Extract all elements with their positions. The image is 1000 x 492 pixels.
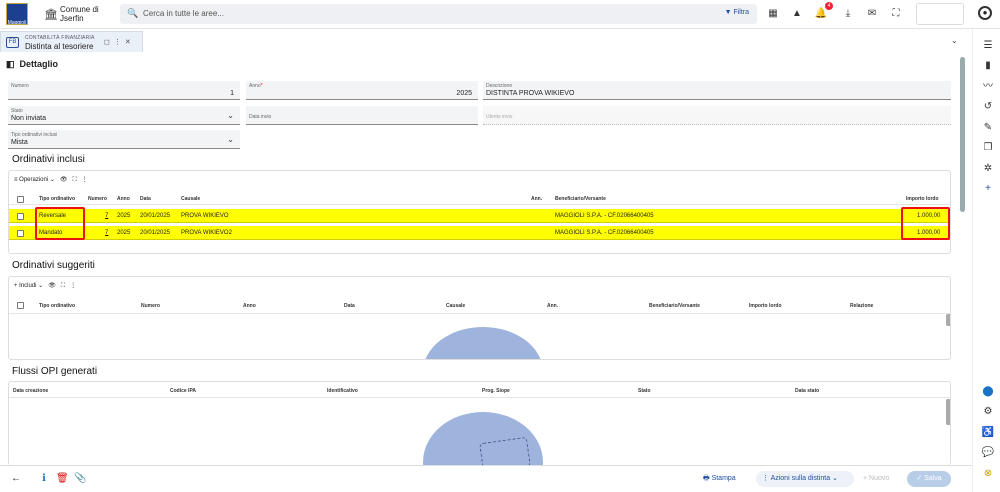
- section-title: ◧ Dettaglio: [6, 59, 59, 69]
- list-icon[interactable]: ☰: [981, 39, 995, 53]
- municipality-icon: 🏛: [44, 9, 58, 21]
- bookmark-icon[interactable]: ◻: [104, 39, 114, 46]
- chat-icon[interactable]: 💬: [981, 446, 995, 460]
- inclusi-panel: ≡ Operazioni ⌄ 👁 ⛶ ⋮ Tipo ordinativo Num…: [8, 170, 951, 254]
- numero-link[interactable]: 7: [105, 210, 108, 222]
- expand-icon[interactable]: ⛶: [61, 283, 65, 289]
- descrizione-field[interactable]: Descrizione DISTINTA PROVA WIKIEVO: [483, 81, 951, 100]
- operazioni-menu[interactable]: ≡ Operazioni ⌄: [14, 177, 55, 183]
- user-name-box[interactable]: [916, 3, 964, 25]
- chevron-down-icon: ⌄: [227, 135, 234, 144]
- nuovo-button[interactable]: + Nuovo: [863, 471, 889, 487]
- hierarchy-icon[interactable]: ✲: [981, 162, 995, 176]
- plug-icon[interactable]: ✎: [981, 121, 995, 135]
- history-icon[interactable]: ↺: [981, 100, 995, 114]
- salva-button[interactable]: ✓ Salva: [907, 471, 951, 487]
- tab-distinta-tesoriere[interactable]: FB CONTABILITÀ FINANZIARIA Distinta al t…: [0, 31, 143, 52]
- grid-scrollbar[interactable]: [946, 314, 950, 326]
- mail-icon[interactable]: ✉: [864, 6, 880, 22]
- numero-field[interactable]: Numero 1: [8, 81, 240, 100]
- attachment-icon[interactable]: 📎: [74, 473, 86, 485]
- select-all-checkbox[interactable]: [17, 196, 24, 203]
- grid-scrollbar[interactable]: [946, 399, 950, 425]
- anno-field[interactable]: Anno* 2025: [246, 81, 478, 100]
- azioni-menu-button[interactable]: ⋮ Azioni sulla distinta ⌄: [756, 471, 854, 487]
- more-icon[interactable]: ⋮: [114, 39, 125, 46]
- module-icon: FB: [6, 37, 19, 48]
- back-arrow-icon[interactable]: ←: [10, 473, 22, 485]
- stato-select[interactable]: Stato Non inviata ⌄: [8, 106, 240, 125]
- table-row[interactable]: Mandato 7 2025 20/01/2025 PROVA WIKIEVO2…: [9, 226, 950, 240]
- location-icon[interactable]: ⬤: [981, 385, 995, 399]
- user-icon[interactable]: ●: [978, 6, 992, 20]
- chevron-down-icon[interactable]: ⌄: [951, 36, 958, 45]
- annotation-highlight-importo: [901, 207, 950, 240]
- fullscreen-icon[interactable]: ⛶: [888, 6, 904, 22]
- filter-button[interactable]: ▼ Filtra: [725, 9, 749, 16]
- tab-module: CONTABILITÀ FINANZIARIA: [25, 35, 95, 41]
- municipality-name[interactable]: Comune di Jserfin: [60, 5, 99, 23]
- suggeriti-title: Ordinativi suggeriti: [12, 260, 95, 271]
- inclusi-title: Ordinativi inclusi: [12, 154, 85, 165]
- empty-state-illustration: [423, 327, 543, 359]
- search-icon: 🔍: [127, 8, 139, 18]
- download-icon[interactable]: ⤓: [840, 6, 856, 22]
- more-icon[interactable]: ⋮: [70, 283, 76, 289]
- page-scrollbar[interactable]: [960, 52, 966, 462]
- tipo-ordinativi-select[interactable]: Tipo ordinativi inclusi Mista ⌄: [8, 130, 240, 149]
- includi-menu[interactable]: + Includi ⌄: [14, 283, 43, 289]
- tab-title: Distinta al tesoriere: [25, 42, 94, 51]
- trend-icon[interactable]: 〰: [981, 80, 995, 94]
- right-sidebar: ☰ ▮ 〰 ↺ ✎ ❐ ✲ + ⬤ ⚙ ♿ 💬 ⊗: [972, 29, 1000, 492]
- table-header: Data creazione Codice IPA Identificativo…: [9, 384, 950, 398]
- flussi-title: Flussi OPI generati: [12, 366, 98, 377]
- help-icon[interactable]: ⊗: [981, 467, 995, 481]
- panel-icon: ◧: [6, 59, 15, 69]
- row-checkbox[interactable]: [17, 230, 24, 237]
- scrollbar-thumb[interactable]: [960, 57, 965, 212]
- suggeriti-toolbar: + Includi ⌄ 👁 ⛶ ⋮: [14, 281, 76, 291]
- global-search-input[interactable]: 🔍 Cerca in tutte le aree... ▼ Filtra: [120, 4, 757, 24]
- warning-icon[interactable]: ▲: [789, 6, 805, 22]
- accessibility-icon[interactable]: ♿: [981, 426, 995, 440]
- delete-icon[interactable]: 🗑: [56, 473, 69, 485]
- apps-grid-icon[interactable]: ▦: [765, 6, 781, 22]
- gear-icon[interactable]: ⚙: [981, 405, 995, 419]
- table-header: Tipo ordinativo Numero Anno Data Causale…: [9, 298, 950, 314]
- more-icon[interactable]: ⋮: [82, 177, 88, 183]
- tab-actions[interactable]: ◻⋮✕: [104, 38, 135, 46]
- notification-badge: 4: [825, 2, 833, 10]
- flussi-panel: Data creazione Codice IPA Identificativo…: [8, 381, 951, 465]
- eye-icon[interactable]: 👁: [48, 283, 56, 289]
- top-bar: Maggioli 🏛 Comune di Jserfin 🔍 Cerca in …: [0, 0, 1000, 29]
- copy-icon[interactable]: ❐: [981, 141, 995, 155]
- annotation-highlight-tipo: [35, 207, 85, 240]
- table-row[interactable]: Reversale 7 2025 20/01/2025 PROVA WIKIEV…: [9, 209, 950, 223]
- book-icon[interactable]: ▮: [981, 59, 995, 73]
- chevron-down-icon: ⌄: [227, 111, 234, 120]
- inclusi-toolbar: ≡ Operazioni ⌄ 👁 ⛶ ⋮: [14, 175, 88, 185]
- suggeriti-panel: + Includi ⌄ 👁 ⛶ ⋮ Tipo ordinativo Numero…: [8, 276, 951, 360]
- stampa-button[interactable]: 🖶 Stampa: [703, 471, 736, 487]
- select-all-checkbox[interactable]: [17, 302, 24, 309]
- add-icon[interactable]: +: [981, 182, 995, 196]
- info-icon[interactable]: ℹ: [38, 473, 50, 485]
- table-header: Tipo ordinativo Numero Anno Data Causale…: [9, 193, 950, 205]
- printer-icon: 🖶: [703, 475, 710, 482]
- expand-icon[interactable]: ⛶: [73, 177, 77, 183]
- utente-invio-field: Utente invio: [483, 106, 951, 125]
- row-checkbox[interactable]: [17, 213, 24, 220]
- data-invio-field[interactable]: Data invio: [246, 106, 478, 125]
- close-icon[interactable]: ✕: [125, 39, 135, 46]
- eye-icon[interactable]: 👁: [60, 177, 68, 183]
- numero-link[interactable]: 7: [105, 227, 108, 239]
- app-logo[interactable]: Maggioli: [6, 3, 28, 25]
- bottom-action-bar: ← ℹ 🗑 📎 🖶 Stampa ⋮ Azioni sulla distinta…: [0, 465, 972, 492]
